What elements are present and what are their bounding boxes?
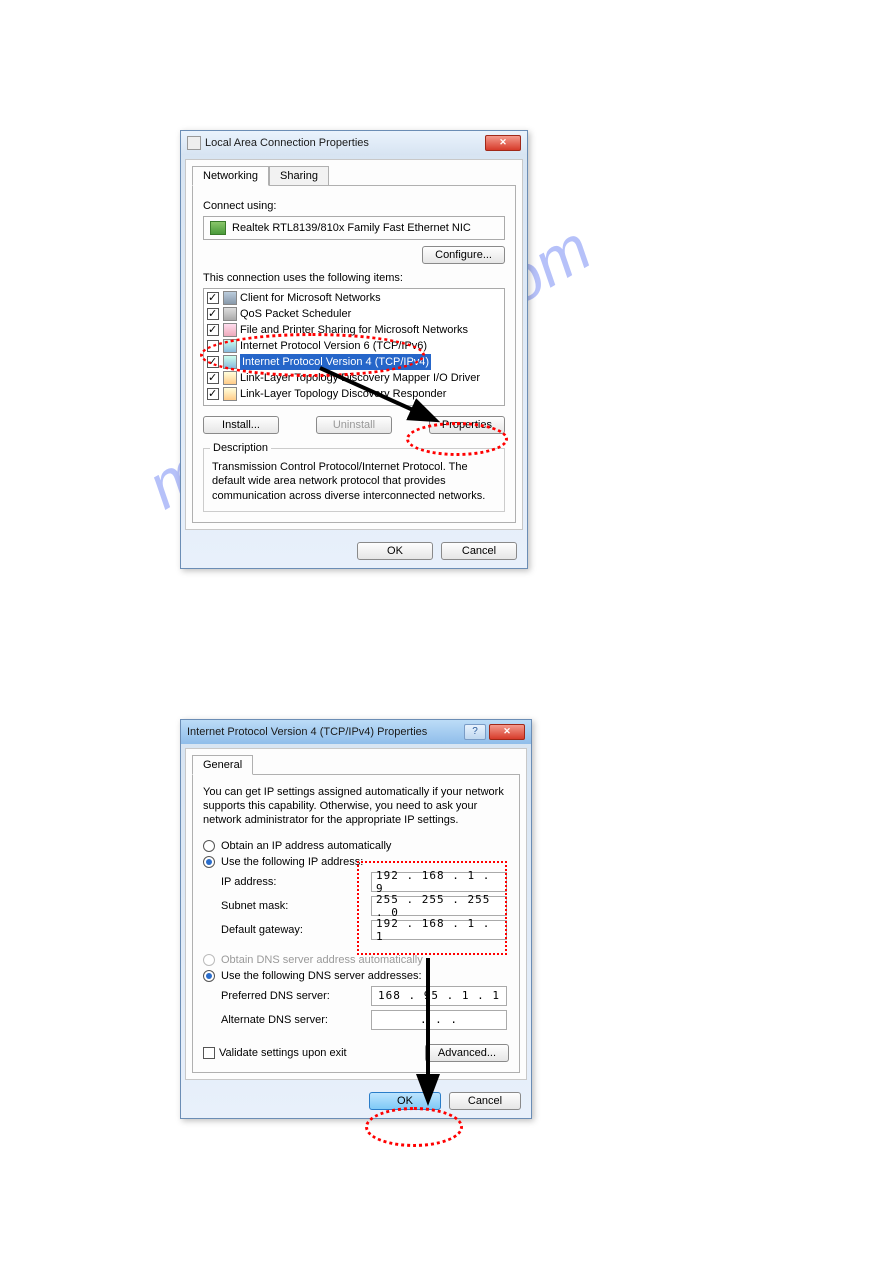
pref-dns-label: Preferred DNS server:	[221, 990, 371, 1002]
ok-button[interactable]: OK	[357, 542, 433, 560]
configure-button[interactable]: Configure...	[422, 246, 505, 264]
radio-static-ip-label: Use the following IP address:	[221, 856, 363, 868]
list-item[interactable]: Link-Layer Topology Discovery Mapper I/O…	[205, 370, 503, 386]
list-item[interactable]: QoS Packet Scheduler	[205, 306, 503, 322]
radio-auto-dns	[203, 954, 215, 966]
radio-static-dns[interactable]	[203, 970, 215, 982]
protocol-icon	[223, 323, 237, 337]
item-label: Client for Microsoft Networks	[240, 290, 381, 306]
protocol-icon	[223, 355, 237, 369]
radio-auto-dns-label: Obtain DNS server address automatically	[221, 954, 423, 966]
description-group: Description Transmission Control Protoco…	[203, 442, 505, 512]
ipv4-properties-dialog: Internet Protocol Version 4 (TCP/IPv4) P…	[180, 719, 532, 1119]
protocol-icon	[223, 307, 237, 321]
item-label: Link-Layer Topology Discovery Mapper I/O…	[240, 370, 480, 386]
subnet-input[interactable]: 255 . 255 . 255 . 0	[371, 896, 507, 916]
cancel-button[interactable]: Cancel	[441, 542, 517, 560]
checkbox[interactable]	[207, 356, 219, 368]
radio-static-ip[interactable]	[203, 856, 215, 868]
adapter-name: Realtek RTL8139/810x Family Fast Etherne…	[232, 222, 471, 234]
description-heading: Description	[210, 442, 271, 454]
close-button[interactable]: ✕	[485, 135, 521, 151]
items-listbox[interactable]: Client for Microsoft NetworksQoS Packet …	[203, 288, 505, 406]
pref-dns-input[interactable]: 168 . 95 . 1 . 1	[371, 986, 507, 1006]
gateway-label: Default gateway:	[221, 924, 371, 936]
close-button[interactable]: ✕	[489, 724, 525, 740]
protocol-icon	[223, 291, 237, 305]
connection-properties-dialog: Local Area Connection Properties ✕ Netwo…	[180, 130, 528, 569]
dialog-title: Local Area Connection Properties	[205, 137, 485, 149]
protocol-icon	[223, 387, 237, 401]
intro-text: You can get IP settings assigned automat…	[203, 785, 509, 828]
item-label: Link-Layer Topology Discovery Responder	[240, 386, 446, 402]
validate-label: Validate settings upon exit	[219, 1047, 347, 1059]
help-button[interactable]: ?	[464, 724, 486, 740]
alt-dns-input[interactable]: . . .	[371, 1010, 507, 1030]
radio-static-dns-label: Use the following DNS server addresses:	[221, 970, 422, 982]
tab-general[interactable]: General	[192, 755, 253, 775]
tab-sharing[interactable]: Sharing	[269, 166, 329, 186]
protocol-icon	[223, 339, 237, 353]
checkbox[interactable]	[207, 308, 219, 320]
ip-address-label: IP address:	[221, 876, 371, 888]
dialog-title: Internet Protocol Version 4 (TCP/IPv4) P…	[187, 726, 464, 738]
properties-button[interactable]: Properties	[429, 416, 505, 434]
ok-button[interactable]: OK	[369, 1092, 441, 1110]
tabs: Networking Sharing	[192, 166, 516, 186]
validate-checkbox[interactable]	[203, 1047, 215, 1059]
item-label: Internet Protocol Version 6 (TCP/IPv6)	[240, 338, 427, 354]
description-text: Transmission Control Protocol/Internet P…	[212, 460, 496, 503]
app-icon	[187, 136, 201, 150]
connect-using-label: Connect using:	[203, 200, 505, 212]
subnet-label: Subnet mask:	[221, 900, 371, 912]
list-item[interactable]: Client for Microsoft Networks	[205, 290, 503, 306]
install-button[interactable]: Install...	[203, 416, 279, 434]
list-item[interactable]: Internet Protocol Version 4 (TCP/IPv4)	[205, 354, 503, 370]
checkbox[interactable]	[207, 292, 219, 304]
checkbox[interactable]	[207, 324, 219, 336]
items-label: This connection uses the following items…	[203, 272, 505, 284]
item-label: Internet Protocol Version 4 (TCP/IPv4)	[240, 354, 431, 370]
checkbox[interactable]	[207, 340, 219, 352]
gateway-input[interactable]: 192 . 168 . 1 . 1	[371, 920, 507, 940]
advanced-button[interactable]: Advanced...	[425, 1044, 509, 1062]
uninstall-button[interactable]: Uninstall	[316, 416, 392, 434]
radio-auto-ip-label: Obtain an IP address automatically	[221, 840, 391, 852]
titlebar: Local Area Connection Properties ✕	[181, 131, 527, 155]
cancel-button[interactable]: Cancel	[449, 1092, 521, 1110]
radio-auto-ip[interactable]	[203, 840, 215, 852]
checkbox[interactable]	[207, 372, 219, 384]
list-item[interactable]: File and Printer Sharing for Microsoft N…	[205, 322, 503, 338]
adapter-field[interactable]: Realtek RTL8139/810x Family Fast Etherne…	[203, 216, 505, 240]
ip-address-input[interactable]: 192 . 168 . 1 . 9	[371, 872, 507, 892]
checkbox[interactable]	[207, 388, 219, 400]
nic-icon	[210, 221, 226, 235]
list-item[interactable]: Internet Protocol Version 6 (TCP/IPv6)	[205, 338, 503, 354]
item-label: QoS Packet Scheduler	[240, 306, 351, 322]
item-label: File and Printer Sharing for Microsoft N…	[240, 322, 468, 338]
tab-networking[interactable]: Networking	[192, 166, 269, 186]
list-item[interactable]: Link-Layer Topology Discovery Responder	[205, 386, 503, 402]
alt-dns-label: Alternate DNS server:	[221, 1014, 371, 1026]
titlebar: Internet Protocol Version 4 (TCP/IPv4) P…	[181, 720, 531, 744]
protocol-icon	[223, 371, 237, 385]
